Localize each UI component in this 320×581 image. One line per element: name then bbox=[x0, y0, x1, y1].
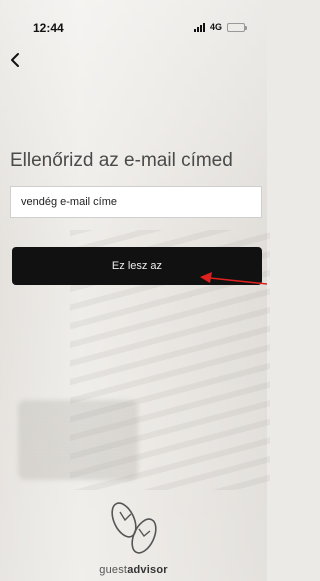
background-photo bbox=[0, 0, 270, 581]
brand-name: guestadvisor bbox=[99, 564, 167, 576]
brand-name-light: guest bbox=[99, 564, 128, 576]
chevron-left-icon bbox=[11, 53, 19, 67]
brand-name-bold: advisor bbox=[127, 564, 168, 576]
status-bar: 12:44 4G bbox=[0, 0, 267, 44]
status-indicators: 4G bbox=[193, 21, 247, 33]
back-button[interactable] bbox=[9, 52, 25, 70]
sofa-photo bbox=[18, 400, 138, 480]
flip-flops-icon bbox=[110, 502, 157, 554]
signal-bars-icon bbox=[193, 22, 205, 32]
status-time: 12:44 bbox=[33, 21, 64, 35]
network-type: 4G bbox=[209, 22, 222, 32]
brand-logo: guestadvisor bbox=[0, 498, 267, 576]
email-field[interactable] bbox=[10, 186, 262, 218]
battery-icon bbox=[227, 22, 247, 32]
page-title: Ellenőrizd az e-mail címed bbox=[10, 150, 233, 171]
submit-button[interactable]: Ez lesz az bbox=[12, 247, 262, 285]
